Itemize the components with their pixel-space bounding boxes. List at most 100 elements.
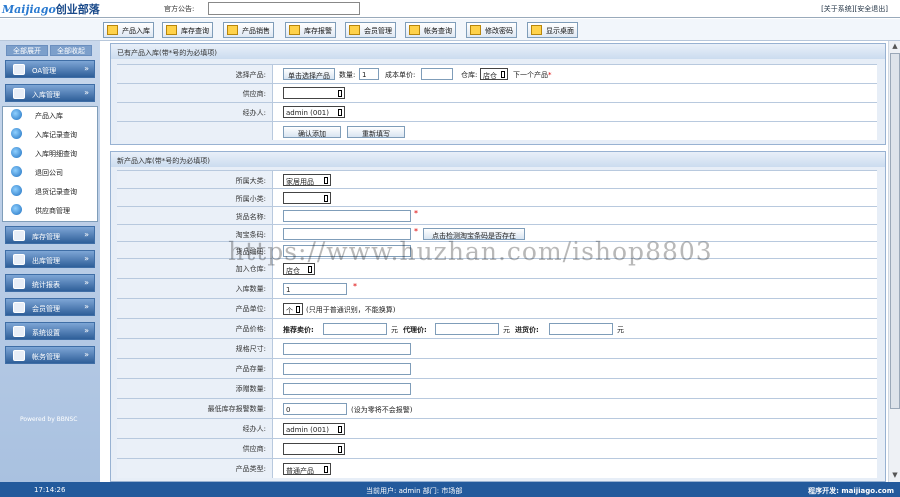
goods-name-input[interactable] [283, 210, 411, 222]
spec-label: 规格尺寸: [117, 339, 273, 358]
scroll-thumb[interactable] [890, 53, 900, 409]
menu-stock-out[interactable]: 出库管理» [5, 250, 95, 268]
scroll-down-icon[interactable]: ▼ [890, 471, 900, 481]
operator2-row: 经办人: admin (001) [117, 418, 877, 438]
product-type-select[interactable]: 普通产品 [283, 463, 331, 475]
alarm-note: (设为零将不会报警) [351, 406, 413, 414]
unit-note: (只用于普通识别，不能换算) [306, 306, 396, 314]
operator-label: 经办人: [117, 103, 273, 121]
retail-price-label: 推荐卖价: [283, 326, 314, 334]
submenu-supplier[interactable]: 供应商管理 [11, 203, 70, 217]
next-product-link[interactable]: 下一个产品* [513, 70, 552, 80]
toolbar-show-desktop-button[interactable]: 显示桌面 [527, 22, 578, 38]
existing-product-panel: 已有产品入库(带*号的为必填项) 选择产品: 单击选择产品 数量: 1 成本单价… [110, 43, 886, 145]
submenu-return-company[interactable]: 退回公司 [11, 165, 63, 179]
agent-price-label: 代理价: [403, 326, 427, 334]
operator2-select[interactable]: admin (001) [283, 423, 345, 435]
sidebar-tabs: 全部展开 全部收起 [6, 45, 94, 56]
gift-qty-input[interactable] [283, 383, 411, 395]
dropdown-arrow-icon [324, 177, 328, 184]
menu-oa[interactable]: OA管理» [5, 60, 95, 78]
submenu-product-in[interactable]: 产品入库 [11, 108, 63, 122]
toolbar-stock-alarm-button[interactable]: 库存报警 [285, 22, 336, 38]
toolbar-product-in-button[interactable]: 产品入库 [103, 22, 154, 38]
bullet-icon [11, 204, 22, 215]
yuan-unit: 元 [617, 326, 624, 334]
logout-link[interactable]: [安全退出] [855, 5, 888, 13]
operator-select[interactable]: admin (001) [283, 106, 345, 118]
menu-stock-in[interactable]: 入库管理» [5, 84, 95, 102]
about-system-link[interactable]: [关于系统] [821, 5, 854, 13]
spec-input[interactable] [283, 343, 411, 355]
top-links: [关于系统][安全退出] [821, 4, 888, 14]
purchase-price-label: 进货价: [515, 326, 539, 334]
unit-label: 产品单位: [117, 299, 273, 318]
operator-row: 经办人: admin (001) [117, 102, 877, 121]
submenu-return-records[interactable]: 退货记录查询 [11, 184, 77, 198]
product-stock-input[interactable] [283, 363, 411, 375]
agent-price-input[interactable] [435, 323, 499, 335]
submenu-in-details[interactable]: 入库明细查询 [11, 146, 77, 160]
yuan-unit: 元 [503, 326, 510, 334]
menu-reports[interactable]: 统计报表» [5, 274, 95, 292]
spec-row: 规格尺寸: [117, 338, 877, 358]
purchase-price-input[interactable] [549, 323, 613, 335]
qty-input[interactable]: 1 [359, 68, 379, 80]
product-type-label: 产品类型: [117, 459, 273, 478]
panel-title: 已有产品入库(带*号的为必填项) [111, 44, 885, 59]
stock-in-submenu: 产品入库 入库记录查询 入库明细查询 退回公司 退货记录查询 供应商管理 [2, 106, 98, 222]
subcategory-label: 所属小类: [117, 189, 273, 206]
bullet-icon [11, 109, 22, 120]
alarm-input[interactable]: 0 [283, 403, 347, 415]
supplier-select[interactable] [283, 87, 345, 99]
menu-settings[interactable]: 系统设置» [5, 322, 95, 340]
double-chevron-icon: » [84, 278, 89, 287]
toolbar-product-sale-button[interactable]: 产品销售 [223, 22, 274, 38]
supplier2-select[interactable] [283, 443, 345, 455]
subcategory-select[interactable] [283, 192, 331, 204]
toolbar-member-button[interactable]: 会员管理 [345, 22, 396, 38]
double-chevron-icon: » [84, 350, 89, 359]
retail-price-input[interactable] [323, 323, 387, 335]
select-product-button[interactable]: 单击选择产品 [283, 68, 335, 80]
desktop-icon [531, 25, 542, 35]
box-in-icon [107, 25, 118, 35]
in-qty-input[interactable]: 1 [283, 283, 347, 295]
briefcase-icon [409, 25, 420, 35]
double-chevron-icon: » [84, 254, 89, 263]
double-chevron-icon: » [84, 230, 89, 239]
menu-inventory[interactable]: 库存管理» [5, 226, 95, 244]
cost-input[interactable] [421, 68, 453, 80]
double-chevron-icon: » [84, 326, 89, 335]
required-star: * [414, 209, 418, 218]
new-product-panel: 新产品入库(带*号的为必填项) 所属大类: 家居用品 所属小类: 货品名称: *… [110, 151, 886, 482]
menu-members[interactable]: 会员管理» [5, 298, 95, 316]
vertical-scrollbar[interactable]: ▲ ▼ [888, 41, 900, 482]
scroll-up-icon[interactable]: ▲ [890, 42, 900, 52]
category-select[interactable]: 家居用品 [283, 174, 331, 186]
reset-button[interactable]: 重新填写 [347, 126, 405, 138]
warehouse-select[interactable]: 店仓 [480, 68, 508, 80]
toolbar-account-query-button[interactable]: 帐务查询 [405, 22, 456, 38]
collapse-all-button[interactable]: 全部收起 [50, 45, 92, 56]
dropdown-arrow-icon [338, 446, 342, 453]
alarm-label: 最低库存报警数量: [117, 399, 273, 418]
tag-icon [227, 25, 238, 35]
submenu-in-records[interactable]: 入库记录查询 [11, 127, 77, 141]
panel1-actions-row: 确认添加 重新填写 [117, 121, 877, 140]
yuan-unit: 元 [391, 326, 398, 334]
expand-all-button[interactable]: 全部展开 [6, 45, 48, 56]
cost-label: 成本单价: [385, 71, 416, 79]
unit-select[interactable]: 个 [283, 303, 303, 315]
dropdown-arrow-icon [296, 306, 300, 313]
report-icon [13, 278, 25, 289]
price-label: 产品价格: [117, 319, 273, 338]
bullet-icon [11, 166, 22, 177]
toolbar-change-password-button[interactable]: 修改密码 [466, 22, 517, 38]
confirm-add-button[interactable]: 确认添加 [283, 126, 341, 138]
toolbar-stock-query-button[interactable]: 库存查询 [162, 22, 213, 38]
menu-accounts[interactable]: 帐务管理» [5, 346, 95, 364]
top-header: Maijiago创业部落 官方公告: [关于系统][安全退出] [0, 0, 900, 18]
watermark: https://www.huzhan.com/ishop8803 [228, 237, 713, 266]
current-user-info: 当前用户: admin 部门: 市场部 [366, 487, 463, 495]
